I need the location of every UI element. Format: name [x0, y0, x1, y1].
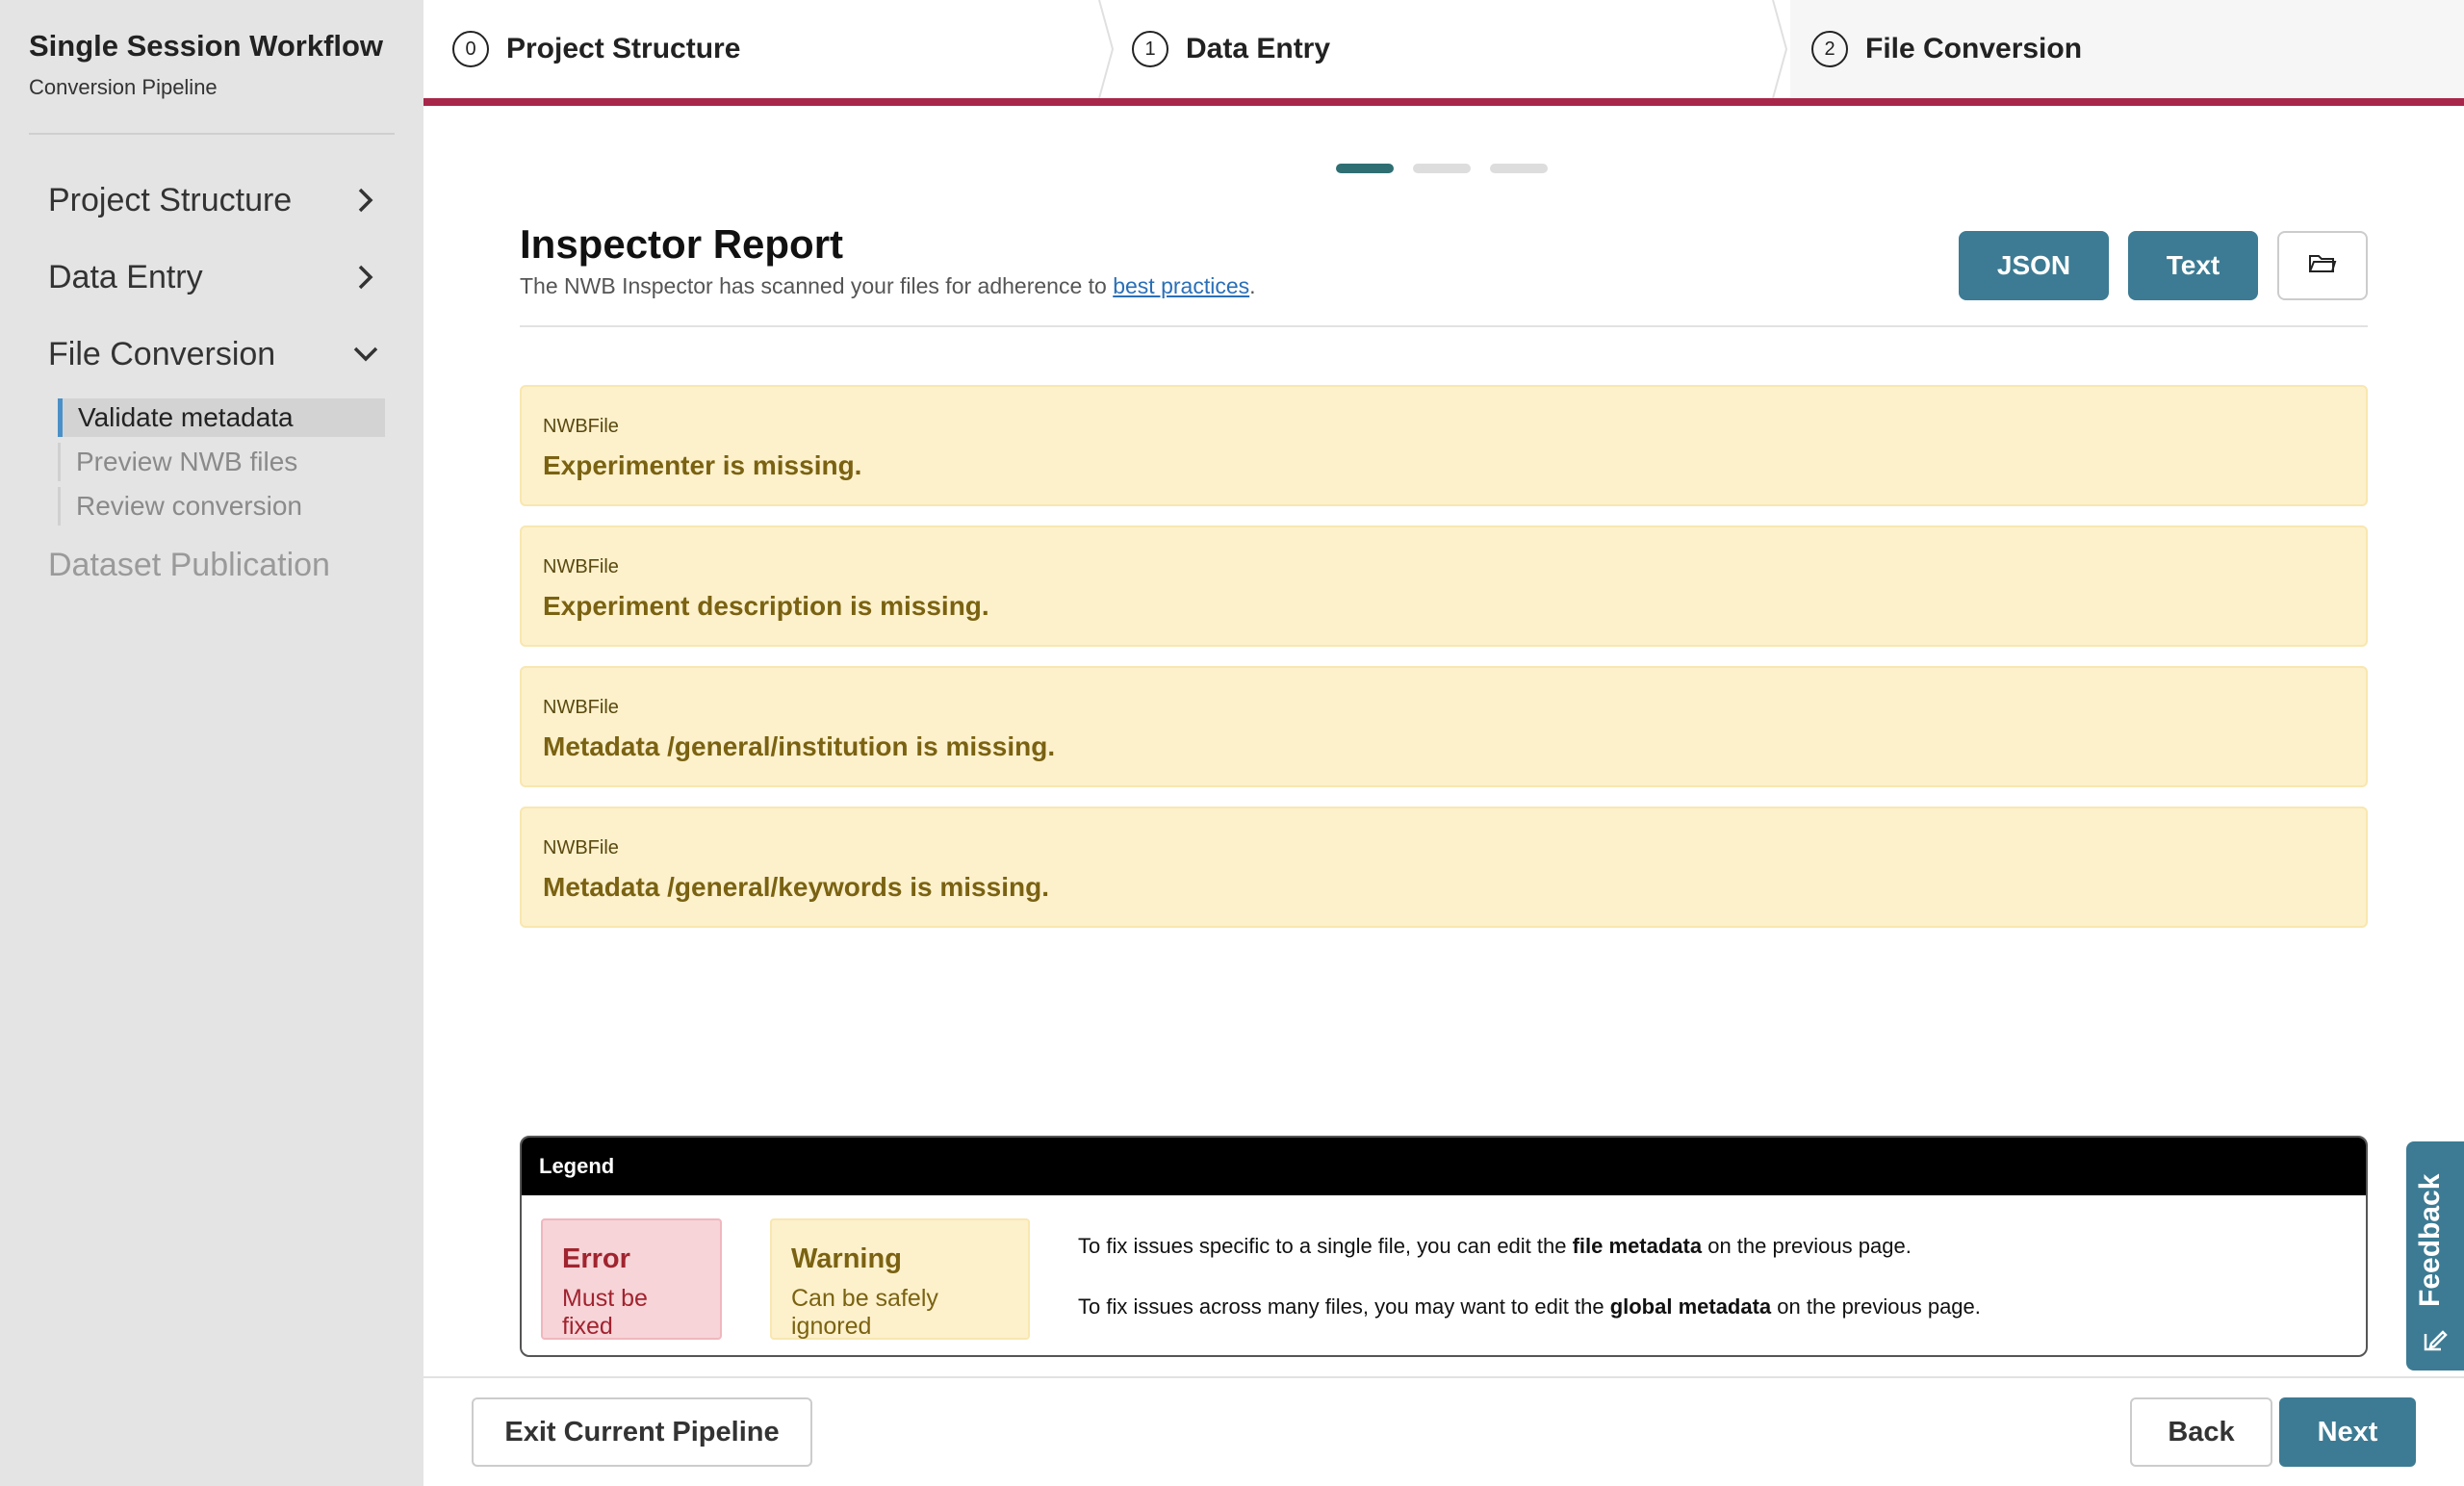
step-label: Data Entry	[1186, 33, 1331, 64]
message-type: NWBFile	[543, 416, 619, 437]
step-number: 1	[1132, 31, 1168, 67]
sidebar-subitem-preview-nwb-files[interactable]: Preview NWB files	[58, 443, 385, 481]
info-text: To fix issues specific to a single file,…	[1078, 1234, 1573, 1258]
sidebar-subitem-review-conversion[interactable]: Review conversion	[58, 487, 385, 525]
sidebar-item-label: Project Structure	[48, 181, 293, 218]
sidebar-item-project-structure[interactable]: Project Structure	[48, 176, 385, 224]
best-practices-link[interactable]: best practices	[1113, 273, 1249, 298]
legend-panel: Legend Error Must be fixed Warning Can b…	[520, 1136, 2368, 1357]
sidebar-subtitle: Conversion Pipeline	[29, 75, 218, 99]
sidebar-item-dataset-publication[interactable]: Dataset Publication	[48, 541, 385, 589]
next-button[interactable]: Next	[2279, 1397, 2416, 1467]
step-file-conversion[interactable]: 2 File Conversion	[1790, 0, 2464, 98]
step-number: 2	[1811, 31, 1848, 67]
back-button[interactable]: Back	[2130, 1397, 2272, 1467]
inspector-message: NWBFile Metadata /general/institution is…	[520, 666, 2368, 787]
header-divider	[520, 325, 2368, 327]
inspector-message: NWBFile Experimenter is missing.	[520, 385, 2368, 506]
inspector-message: NWBFile Metadata /general/keywords is mi…	[520, 807, 2368, 928]
step-project-structure[interactable]: 0 Project Structure	[452, 0, 1107, 98]
page-dot-active[interactable]	[1336, 164, 1394, 173]
sidebar-divider	[29, 133, 395, 135]
sidebar-subitem-validate-metadata[interactable]: Validate metadata	[58, 398, 385, 437]
message-text: Experiment description is missing.	[543, 591, 989, 621]
legend-title: Legend	[522, 1138, 2366, 1195]
page-description: The NWB Inspector has scanned your files…	[520, 273, 1256, 299]
info-bold: file metadata	[1572, 1234, 1703, 1258]
legend-error-subtitle: Must be fixed	[562, 1285, 648, 1340]
message-text: Experimenter is missing.	[543, 450, 862, 480]
description-text: The NWB Inspector has scanned your files…	[520, 273, 1114, 298]
exit-pipeline-button[interactable]: Exit Current Pipeline	[472, 1397, 812, 1467]
info-bold: global metadata	[1609, 1294, 1772, 1319]
step-label: File Conversion	[1865, 33, 2083, 64]
info-text: on the previous page.	[1771, 1294, 1981, 1319]
message-type: NWBFile	[543, 697, 619, 718]
step-separator	[1772, 0, 1788, 98]
sidebar-item-label: Dataset Publication	[48, 546, 330, 583]
info-text: on the previous page.	[1702, 1234, 1912, 1258]
message-type: NWBFile	[543, 837, 619, 858]
page-title: Inspector Report	[520, 221, 844, 267]
step-separator	[1098, 0, 1115, 98]
info-text: To fix issues across many files, you may…	[1078, 1294, 1610, 1319]
json-button[interactable]: JSON	[1959, 231, 2109, 300]
progress-stepper: 0 Project Structure 1 Data Entry 2 File …	[424, 0, 2464, 106]
footer-divider	[424, 1376, 2464, 1378]
text-button[interactable]: Text	[2128, 231, 2258, 300]
legend-info-file: To fix issues specific to a single file,…	[1078, 1234, 1912, 1259]
description-suffix: .	[1249, 273, 1256, 298]
page-dot[interactable]	[1490, 164, 1548, 173]
message-text: Metadata /general/institution is missing…	[543, 731, 1056, 761]
page-dot[interactable]	[1413, 164, 1471, 173]
message-type: NWBFile	[543, 556, 619, 577]
folder-icon	[2308, 252, 2337, 280]
sidebar-item-label: Data Entry	[48, 258, 203, 295]
legend-info-global: To fix issues across many files, you may…	[1078, 1294, 1981, 1319]
legend-error: Error Must be fixed	[541, 1218, 722, 1340]
chevron-right-icon	[346, 181, 385, 219]
step-data-entry[interactable]: 1 Data Entry	[1132, 0, 1786, 98]
step-label: Project Structure	[506, 33, 741, 64]
page-indicator	[1336, 164, 1548, 173]
sidebar: Single Session Workflow Conversion Pipel…	[0, 0, 424, 1486]
legend-warning-subtitle: Can be safely ignored	[791, 1285, 938, 1340]
sidebar-title: Single Session Workflow	[29, 29, 384, 63]
sidebar-item-file-conversion[interactable]: File Conversion	[48, 330, 385, 378]
chevron-right-icon	[346, 258, 385, 296]
open-folder-button[interactable]	[2277, 231, 2368, 300]
legend-error-title: Error	[562, 1243, 630, 1274]
feedback-label: Feedback	[2414, 1173, 2446, 1307]
legend-warning-title: Warning	[791, 1243, 902, 1274]
step-number: 0	[452, 31, 489, 67]
chevron-down-icon	[346, 335, 385, 373]
message-text: Metadata /general/keywords is missing.	[543, 872, 1049, 902]
sidebar-item-data-entry[interactable]: Data Entry	[48, 253, 385, 301]
inspector-message: NWBFile Experiment description is missin…	[520, 525, 2368, 647]
edit-icon	[2422, 1326, 2449, 1353]
legend-warning: Warning Can be safely ignored	[770, 1218, 1030, 1340]
sidebar-item-label: File Conversion	[48, 335, 276, 372]
feedback-tab[interactable]: Feedback	[2406, 1141, 2464, 1371]
